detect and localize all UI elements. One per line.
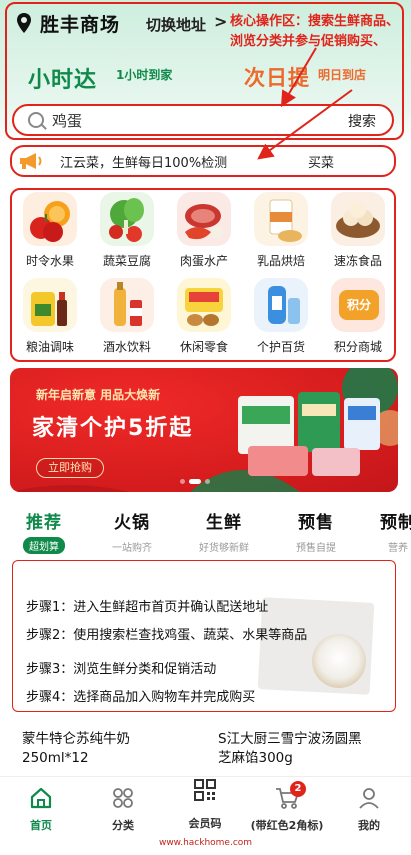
tab-title: 生鲜 — [206, 513, 242, 533]
tab-title: 预制 — [380, 513, 411, 533]
nav-label: 分类 — [112, 819, 134, 832]
annotation-box-categories — [10, 188, 396, 362]
nav-category[interactable]: 分类 — [82, 785, 164, 833]
product-name-line1: S江大厨三雪宁波汤圆黑 — [218, 731, 362, 747]
cart-icon: 2 — [246, 781, 328, 811]
tab-subtitle: 好货够新鲜 — [199, 543, 249, 554]
nav-label: 会员码 — [188, 817, 222, 830]
banner-pagination — [180, 479, 210, 484]
tab-title: 火锅 — [114, 513, 150, 533]
nav-profile[interactable]: 我的 — [328, 785, 410, 833]
product-card-milk[interactable]: 蒙牛特仑苏纯牛奶 250ml*12 — [22, 730, 130, 768]
annotation-box-steps — [12, 560, 396, 712]
banner-buy-button[interactable]: 立即抢购 — [36, 458, 104, 478]
banner-title: 家清个护5折起 — [32, 416, 194, 441]
cart-badge: 2 — [290, 781, 306, 797]
tab-fresh[interactable]: 生鲜 好货够新鲜 — [188, 508, 260, 554]
tab-subtitle: 营养 — [388, 543, 408, 554]
tab-recommend[interactable]: 推荐 超划算 — [16, 508, 72, 554]
banner-subtitle: 新年启新意 用品大焕新 — [36, 388, 161, 402]
home-icon — [0, 785, 82, 811]
tab-title: 推荐 — [26, 513, 62, 533]
tab-subtitle: 预售自提 — [296, 543, 336, 554]
tab-prepared[interactable]: 预制 营养 — [370, 508, 411, 554]
tab-subtitle: 超划算 — [23, 537, 65, 554]
product-name-line2: 芝麻馅300g — [218, 750, 293, 766]
nav-label: (带红色2角标) — [250, 819, 324, 832]
nav-home[interactable]: 首页 — [0, 785, 82, 833]
qr-code-icon — [164, 777, 246, 803]
profile-icon — [328, 785, 410, 811]
nav-label: 首页 — [30, 819, 52, 832]
tab-presale[interactable]: 预售 预售自提 — [284, 508, 348, 554]
tab-title: 预售 — [298, 513, 334, 533]
tab-hotpot[interactable]: 火锅 一站购齐 — [100, 508, 164, 554]
product-name-line1: 蒙牛特仑苏纯牛奶 — [22, 731, 130, 747]
nav-member-code[interactable]: 会员码 — [164, 779, 246, 831]
product-card-tangyuan[interactable]: S江大厨三雪宁波汤圆黑 芝麻馅300g — [218, 730, 362, 768]
product-list: 蒙牛特仑苏纯牛奶 250ml*12 S江大厨三雪宁波汤圆黑 芝麻馅300g — [0, 716, 411, 780]
nav-cart[interactable]: 2 (带红色2角标) — [246, 781, 328, 833]
banner-products-image — [238, 392, 380, 476]
tab-subtitle: 一站购齐 — [112, 543, 152, 554]
annotation-box-header — [5, 2, 404, 140]
promo-banner[interactable]: 新年启新意 用品大焕新 家清个护5折起 立即抢购 — [10, 368, 398, 492]
watermark: www.hackhome.com — [158, 838, 253, 848]
annotation-box-marquee — [10, 145, 396, 177]
product-name-line2: 250ml*12 — [22, 750, 89, 766]
feed-tabs: 推荐 超划算 火锅 一站购齐 生鲜 好货够新鲜 预售 预售自提 预制 营养 — [0, 508, 411, 554]
nav-label: 我的 — [358, 819, 380, 832]
category-icon — [82, 785, 164, 811]
